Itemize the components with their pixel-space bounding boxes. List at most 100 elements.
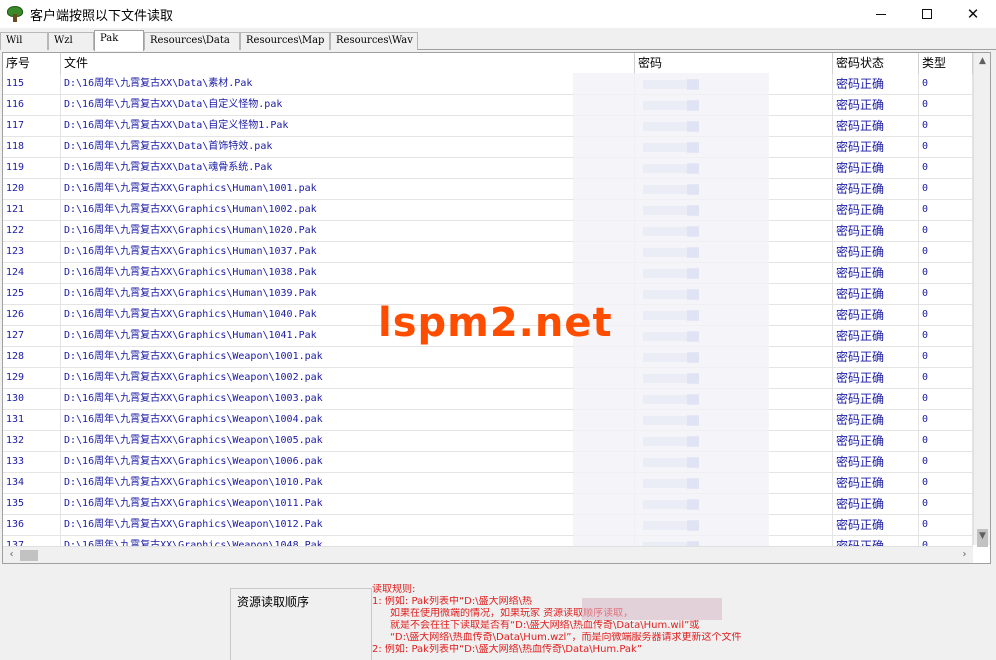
table-row[interactable]: 133 D:\16周年\九霄复古XX\Graphics\Weapon\1006.p… — [3, 452, 973, 473]
row-status: 密码正确 — [833, 221, 919, 242]
row-file: D:\16周年\九霄复古XX\Data\素材.Pak — [61, 74, 635, 95]
row-type: 0 — [919, 410, 973, 431]
watermark-text: lspm2.net — [378, 300, 613, 346]
maximize-icon — [922, 9, 932, 19]
rules-line: “D:\盛大网络\热血传奇\Data\Hum.wzl”，而是向微端服务器请求更新… — [390, 632, 742, 643]
row-type: 0 — [919, 116, 973, 137]
horizontal-scrollbar[interactable]: ‹ › — [3, 546, 973, 563]
table-row[interactable]: 130 D:\16周年\九霄复古XX\Graphics\Weapon\1003.p… — [3, 389, 973, 410]
table-row[interactable]: 119 D:\16周年\九霄复古XX\Data\魂骨系统.Pak 密码正确 0 — [3, 158, 973, 179]
table-row[interactable]: 136 D:\16周年\九霄复古XX\Graphics\Weapon\1012.P… — [3, 515, 973, 536]
row-status: 密码正确 — [833, 158, 919, 179]
horizontal-scroll-thumb[interactable] — [20, 550, 38, 561]
row-status: 密码正确 — [833, 410, 919, 431]
table-row[interactable]: 121 D:\16周年\九霄复古XX\Graphics\Human\1002.pa… — [3, 200, 973, 221]
rules-redaction — [582, 598, 722, 620]
table-row[interactable]: 131 D:\16周年\九霄复古XX\Graphics\Weapon\1004.p… — [3, 410, 973, 431]
rules-line: 2: 例如: Pak列表中“D:\盛大网络\热血传奇\Data\Hum.Pak” — [372, 644, 643, 655]
row-seq: 133 — [3, 452, 61, 473]
row-file: D:\16周年\九霄复古XX\Graphics\Weapon\1012.Pak — [61, 515, 635, 536]
read-rules: 读取规则: 1: 例如: Pak列表中“D:\盛大网络\热 如果在使用微端的情况… — [372, 584, 932, 656]
vertical-scrollbar[interactable]: ▲ ▼ — [973, 53, 990, 547]
row-type: 0 — [919, 515, 973, 536]
row-seq: 135 — [3, 494, 61, 515]
row-seq: 117 — [3, 116, 61, 137]
row-type: 0 — [919, 137, 973, 158]
row-status: 密码正确 — [833, 137, 919, 158]
row-type: 0 — [919, 221, 973, 242]
row-file: D:\16周年\九霄复古XX\Graphics\Human\1037.Pak — [61, 242, 635, 263]
scroll-left-icon[interactable]: ‹ — [3, 547, 20, 563]
table-row[interactable]: 116 D:\16周年\九霄复古XX\Data\自定义怪物.pak 密码正确 0 — [3, 95, 973, 116]
scroll-right-icon[interactable]: › — [956, 547, 973, 563]
row-seq: 118 — [3, 137, 61, 158]
row-seq: 120 — [3, 179, 61, 200]
row-file: D:\16周年\九霄复古XX\Data\自定义怪物1.Pak — [61, 116, 635, 137]
scroll-up-icon[interactable]: ▲ — [974, 53, 990, 70]
table-row[interactable]: 123 D:\16周年\九霄复古XX\Graphics\Human\1037.Pa… — [3, 242, 973, 263]
table-row[interactable]: 132 D:\16周年\九霄复古XX\Graphics\Weapon\1005.p… — [3, 431, 973, 452]
header-status[interactable]: 密码状态 — [833, 53, 919, 74]
maximize-button[interactable] — [904, 0, 950, 28]
row-seq: 123 — [3, 242, 61, 263]
table-row[interactable]: 129 D:\16周年\九霄复古XX\Graphics\Weapon\1002.p… — [3, 368, 973, 389]
row-type: 0 — [919, 200, 973, 221]
row-seq: 119 — [3, 158, 61, 179]
row-type: 0 — [919, 179, 973, 200]
row-type: 0 — [919, 473, 973, 494]
minimize-button[interactable] — [858, 0, 904, 28]
row-seq: 128 — [3, 347, 61, 368]
resource-order-panel: 资源读取顺序 — [230, 588, 372, 660]
title-bar: 客户端按照以下文件读取 ✕ — [0, 0, 996, 28]
tab-strip: Wil Wzl Pak Resources\Data Resources\Map… — [0, 30, 996, 51]
header-type[interactable]: 类型 — [919, 53, 973, 74]
minimize-icon — [876, 13, 886, 15]
tab-wil[interactable]: Wil — [0, 32, 48, 50]
header-seq[interactable]: 序号 — [3, 53, 61, 74]
tab-pak[interactable]: Pak — [94, 30, 144, 51]
header-file[interactable]: 文件 — [61, 53, 635, 74]
row-file: D:\16周年\九霄复古XX\Data\自定义怪物.pak — [61, 95, 635, 116]
row-type: 0 — [919, 368, 973, 389]
row-status: 密码正确 — [833, 263, 919, 284]
table-row[interactable]: 122 D:\16周年\九霄复古XX\Graphics\Human\1020.Pa… — [3, 221, 973, 242]
row-seq: 132 — [3, 431, 61, 452]
table-row[interactable]: 128 D:\16周年\九霄复古XX\Graphics\Weapon\1001.p… — [3, 347, 973, 368]
tab-resources-data[interactable]: Resources\Data — [144, 32, 240, 50]
row-file: D:\16周年\九霄复古XX\Graphics\Human\1002.pak — [61, 200, 635, 221]
window-controls: ✕ — [858, 0, 996, 28]
row-seq: 124 — [3, 263, 61, 284]
row-file: D:\16周年\九霄复古XX\Graphics\Weapon\1002.pak — [61, 368, 635, 389]
close-icon: ✕ — [966, 5, 980, 23]
row-type: 0 — [919, 494, 973, 515]
table-row[interactable]: 117 D:\16周年\九霄复古XX\Data\自定义怪物1.Pak 密码正确 0 — [3, 116, 973, 137]
table-row[interactable]: 115 D:\16周年\九霄复古XX\Data\素材.Pak 密码正确 0 — [3, 74, 973, 95]
row-status: 密码正确 — [833, 452, 919, 473]
table-row[interactable]: 134 D:\16周年\九霄复古XX\Graphics\Weapon\1010.P… — [3, 473, 973, 494]
tab-resources-map[interactable]: Resources\Map — [240, 32, 330, 50]
table-row[interactable]: 120 D:\16周年\九霄复古XX\Graphics\Human\1001.pa… — [3, 179, 973, 200]
row-file: D:\16周年\九霄复古XX\Graphics\Human\1020.Pak — [61, 221, 635, 242]
row-status: 密码正确 — [833, 389, 919, 410]
scroll-down-icon[interactable]: ▼ — [974, 528, 990, 545]
row-type: 0 — [919, 347, 973, 368]
row-seq: 116 — [3, 95, 61, 116]
row-seq: 130 — [3, 389, 61, 410]
row-file: D:\16周年\九霄复古XX\Graphics\Weapon\1006.pak — [61, 452, 635, 473]
row-status: 密码正确 — [833, 200, 919, 221]
row-seq: 126 — [3, 305, 61, 326]
table-row[interactable]: 135 D:\16周年\九霄复古XX\Graphics\Weapon\1011.P… — [3, 494, 973, 515]
tab-resources-wav[interactable]: Resources\Wav — [330, 32, 418, 50]
tab-wzl[interactable]: Wzl — [48, 32, 94, 50]
grid-header: 序号 文件 密码 密码状态 类型 — [3, 53, 973, 74]
table-row[interactable]: 118 D:\16周年\九霄复古XX\Data\首饰特效.pak 密码正确 0 — [3, 137, 973, 158]
row-status: 密码正确 — [833, 347, 919, 368]
close-button[interactable]: ✕ — [950, 0, 996, 28]
row-file: D:\16周年\九霄复古XX\Graphics\Weapon\1011.Pak — [61, 494, 635, 515]
row-type: 0 — [919, 242, 973, 263]
header-password[interactable]: 密码 — [635, 53, 833, 74]
rules-title: 读取规则: — [372, 584, 416, 595]
row-status: 密码正确 — [833, 116, 919, 137]
table-row[interactable]: 124 D:\16周年\九霄复古XX\Graphics\Human\1038.Pa… — [3, 263, 973, 284]
row-file: D:\16周年\九霄复古XX\Data\首饰特效.pak — [61, 137, 635, 158]
